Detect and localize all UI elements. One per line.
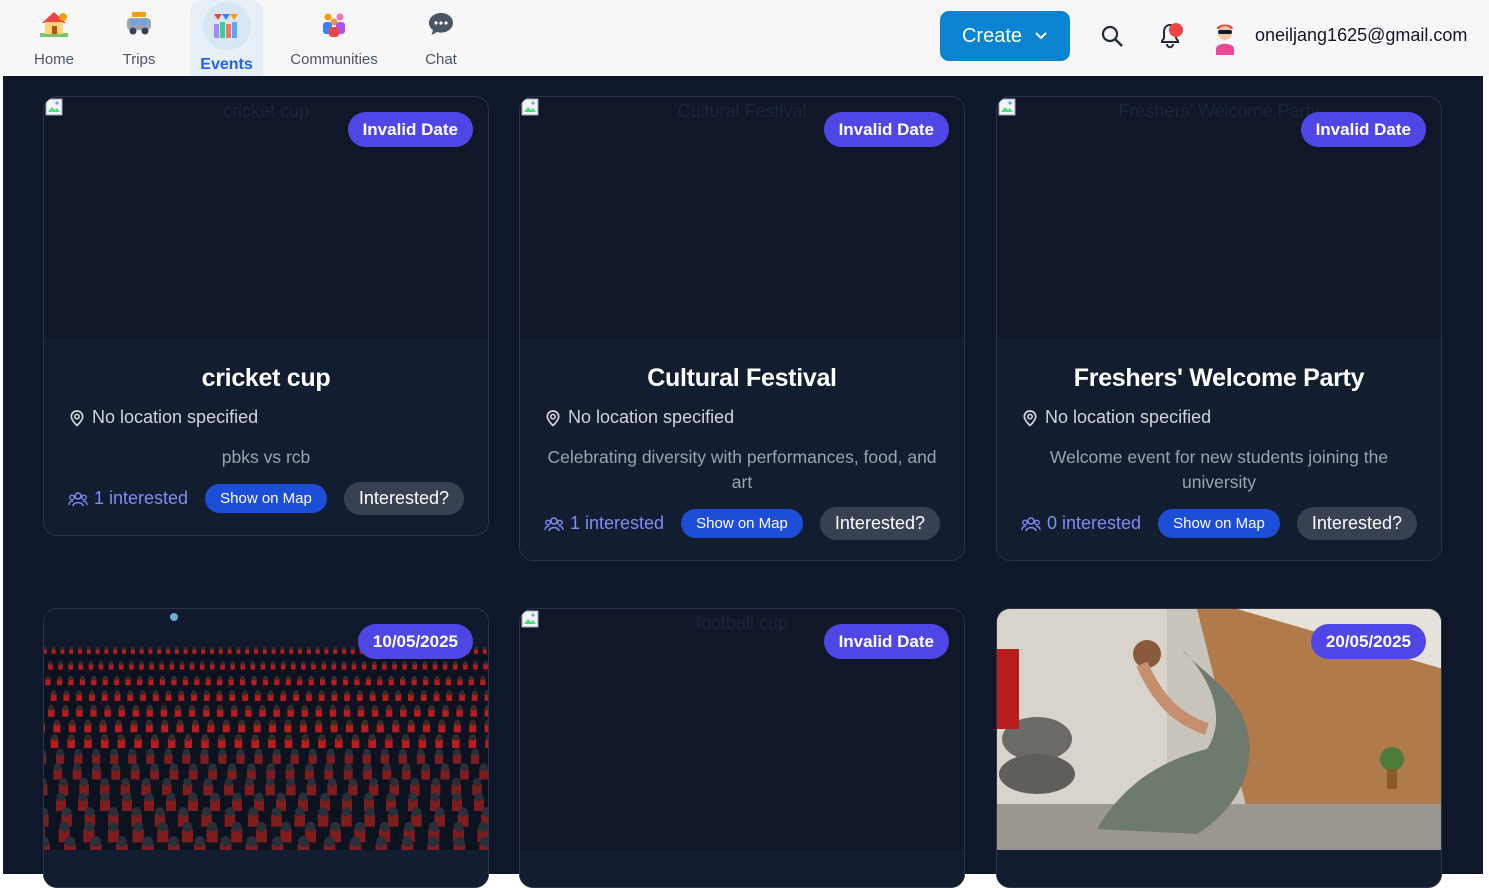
date-badge: Invalid Date xyxy=(1300,112,1426,147)
event-image: 10/05/2025 xyxy=(44,609,488,850)
nav-communities[interactable]: Communities xyxy=(288,0,380,76)
interested-count: 1 interested xyxy=(544,513,664,534)
user-email[interactable]: oneiljang1625@gmail.com xyxy=(1255,25,1467,46)
event-card[interactable]: cricket cup Invalid Date cricket cup No … xyxy=(43,96,489,536)
top-navigation-bar: Home Trips Events Communities Chat Creat… xyxy=(0,0,1489,78)
nav-chat[interactable]: Chat xyxy=(420,0,462,76)
date-badge: 20/05/2025 xyxy=(1310,624,1426,659)
event-description: Welcome event for new students joining t… xyxy=(1049,447,1389,492)
create-button[interactable]: Create xyxy=(940,11,1070,61)
notifications-button[interactable] xyxy=(1156,20,1188,55)
event-location: No location specified xyxy=(1021,407,1417,428)
interested-button[interactable]: Interested? xyxy=(1296,507,1417,540)
event-location-text: No location specified xyxy=(568,407,735,427)
event-title: Cultural Festival xyxy=(647,364,837,392)
event-image: cricket cup Invalid Date xyxy=(44,97,488,338)
event-image: Cultural Festival Invalid Date xyxy=(520,97,964,338)
event-title: Freshers' Welcome Party xyxy=(1073,364,1365,392)
date-badge: Invalid Date xyxy=(347,112,473,147)
event-location-text: No location specified xyxy=(92,407,259,427)
nav-communities-label: Communities xyxy=(290,51,378,68)
nav-home-label: Home xyxy=(33,51,74,68)
interested-count-text: 1 interested xyxy=(94,488,189,508)
search-button[interactable] xyxy=(1100,24,1124,53)
event-image: football cup Invalid Date xyxy=(520,609,964,850)
location-pin-icon xyxy=(546,409,560,427)
interested-count: 0 interested xyxy=(1021,513,1141,534)
event-location: No location specified xyxy=(68,407,464,428)
interested-button[interactable]: Interested? xyxy=(343,482,464,515)
avatar[interactable] xyxy=(1210,19,1240,62)
nav-trips[interactable]: Trips xyxy=(112,0,166,76)
location-pin-icon xyxy=(70,409,84,427)
avatar-icon xyxy=(1216,24,1234,55)
event-description: Celebrating diversity with performances,… xyxy=(547,447,937,492)
chat-icon xyxy=(423,6,459,42)
event-description: pbks vs rcb xyxy=(221,447,311,467)
event-image: Freshers' Welcome Party Invalid Date xyxy=(997,97,1441,338)
create-button-label: Create xyxy=(961,24,1023,47)
show-on-map-button[interactable]: Show on Map xyxy=(1158,509,1280,538)
show-on-map-button[interactable]: Show on Map xyxy=(681,509,803,538)
interested-count-text: 0 interested xyxy=(1047,513,1142,533)
event-title: cricket cup xyxy=(201,364,331,392)
event-card[interactable]: football cup Invalid Date xyxy=(519,608,965,888)
chevron-down-icon xyxy=(1035,32,1047,40)
car-icon xyxy=(121,6,157,42)
date-badge: Invalid Date xyxy=(823,112,949,147)
event-location-text: No location specified xyxy=(1045,407,1212,427)
events-grid: cricket cup Invalid Date cricket cup No … xyxy=(3,76,1483,888)
interested-count-text: 1 interested xyxy=(570,513,665,533)
nav-events[interactable]: Events xyxy=(190,0,263,78)
bell-icon xyxy=(1161,23,1183,49)
nav-trips-label: Trips xyxy=(122,51,156,68)
home-icon xyxy=(36,6,72,42)
users-icon xyxy=(544,516,564,531)
interested-count: 1 interested xyxy=(68,488,188,509)
event-image: 20/05/2025 xyxy=(997,609,1441,850)
date-badge: 10/05/2025 xyxy=(357,624,473,659)
event-card[interactable]: 10/05/2025 xyxy=(43,608,489,888)
event-card[interactable]: Cultural Festival Invalid Date Cultural … xyxy=(519,96,965,561)
users-icon xyxy=(1021,516,1041,531)
event-card[interactable]: 20/05/2025 xyxy=(996,608,1442,888)
nav-home[interactable]: Home xyxy=(24,0,84,76)
event-location: No location specified xyxy=(544,407,940,428)
nav-chat-label: Chat xyxy=(425,51,457,68)
show-on-map-button[interactable]: Show on Map xyxy=(205,484,327,513)
nav-events-label: Events xyxy=(200,56,253,73)
location-pin-icon xyxy=(1023,409,1037,427)
interested-button[interactable]: Interested? xyxy=(819,507,940,540)
date-badge: Invalid Date xyxy=(823,624,949,659)
search-icon xyxy=(1101,25,1123,47)
communities-icon xyxy=(316,6,352,42)
events-icon xyxy=(202,2,251,50)
event-card[interactable]: Freshers' Welcome Party Invalid Date Fre… xyxy=(996,96,1442,561)
users-icon xyxy=(68,491,88,506)
